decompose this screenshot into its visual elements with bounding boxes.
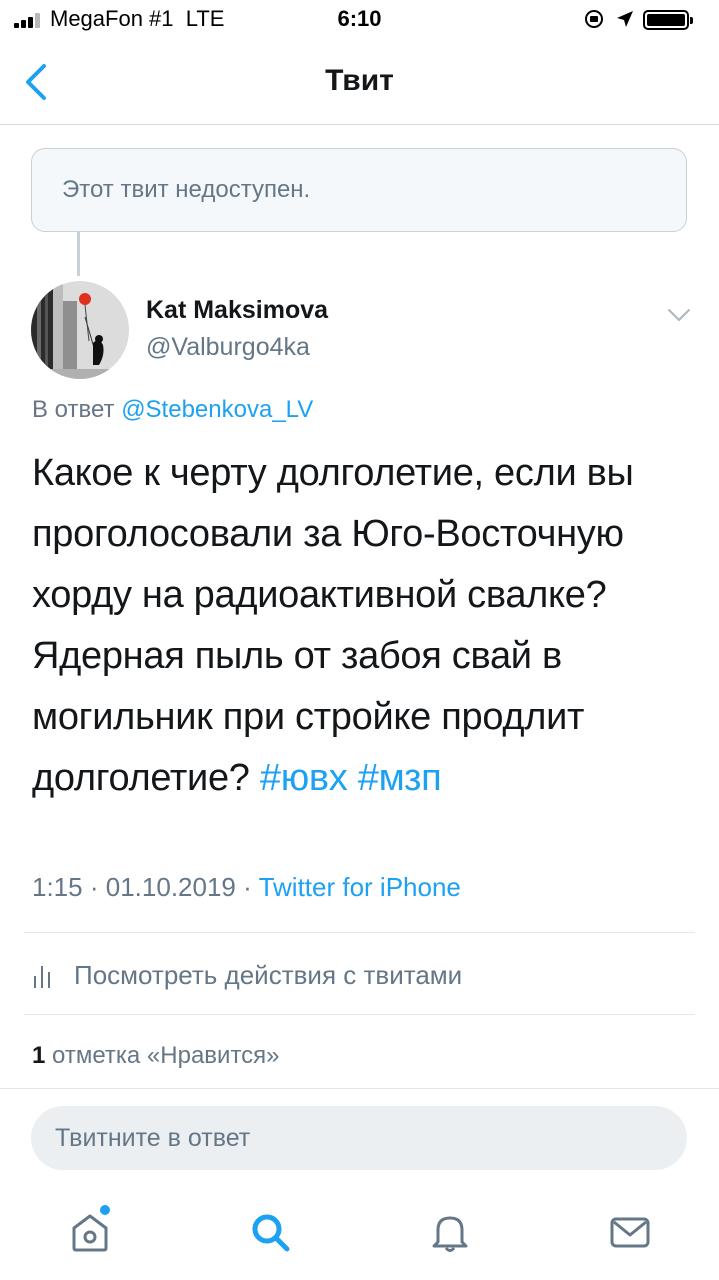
reply-placeholder: Твитните в ответ [55,1124,251,1152]
reply-context: В ответ @Stebenkova_LV [32,396,313,424]
reply-to-link[interactable]: @Stebenkova_LV [121,396,313,423]
tweet-source-link[interactable]: Twitter for iPhone [259,872,461,902]
likes-count: 1 [32,1042,46,1069]
orientation-lock-icon [585,10,603,28]
tweet-text: Какое к черту долголетие, если вы прогол… [32,443,702,809]
tweet-body: Какое к черту долголетие, если вы прогол… [32,452,634,799]
page-title: Твит [325,64,394,97]
reply-prefix: В ответ [32,396,115,423]
view-tweet-activity-button[interactable]: Посмотреть действия с твитами [0,934,719,1014]
divider [24,932,695,933]
battery-icon [643,10,693,30]
meta-separator: · [89,872,99,902]
new-content-indicator [100,1205,110,1215]
analytics-icon [34,964,54,988]
reply-input[interactable]: Твитните в ответ [31,1106,687,1170]
hashtag-link[interactable]: #ювх [260,757,348,799]
likes-count-link[interactable]: 1 отметка «Нравится» [32,1042,280,1070]
tab-bar [0,1186,719,1280]
unavailable-tweet-card: Этот твит недоступен. [31,148,687,232]
meta-separator: · [243,872,252,902]
notifications-icon[interactable] [426,1208,474,1256]
hashtag-link[interactable]: #мзп [358,757,442,799]
author-name[interactable]: Kat Maksimova [146,296,328,325]
tweet-date: 01.10.2019 [105,872,236,902]
home-icon[interactable] [66,1208,114,1256]
messages-icon[interactable] [606,1208,654,1256]
status-bar: MegaFon #1 LTE 6:10 [0,0,719,40]
search-icon[interactable] [246,1208,294,1256]
activity-label: Посмотреть действия с твитами [74,960,463,990]
author-handle[interactable]: @Valburgo4ka [146,333,310,362]
tweet-time: 1:15 [32,872,83,902]
unavailable-tweet-text: Этот твит недоступен. [62,176,311,203]
reply-area: Твитните в ответ [0,1088,719,1187]
chevron-down-icon[interactable] [664,302,694,328]
status-icons [585,8,705,32]
thread-connector [77,232,80,276]
likes-label: отметка «Нравится» [52,1042,280,1069]
divider [24,1014,695,1015]
tweet-meta: 1:15 · 01.10.2019 · Twitter for iPhone [32,872,461,903]
nav-bar: Твит [0,40,719,125]
location-icon [617,11,633,27]
avatar[interactable] [31,281,129,379]
